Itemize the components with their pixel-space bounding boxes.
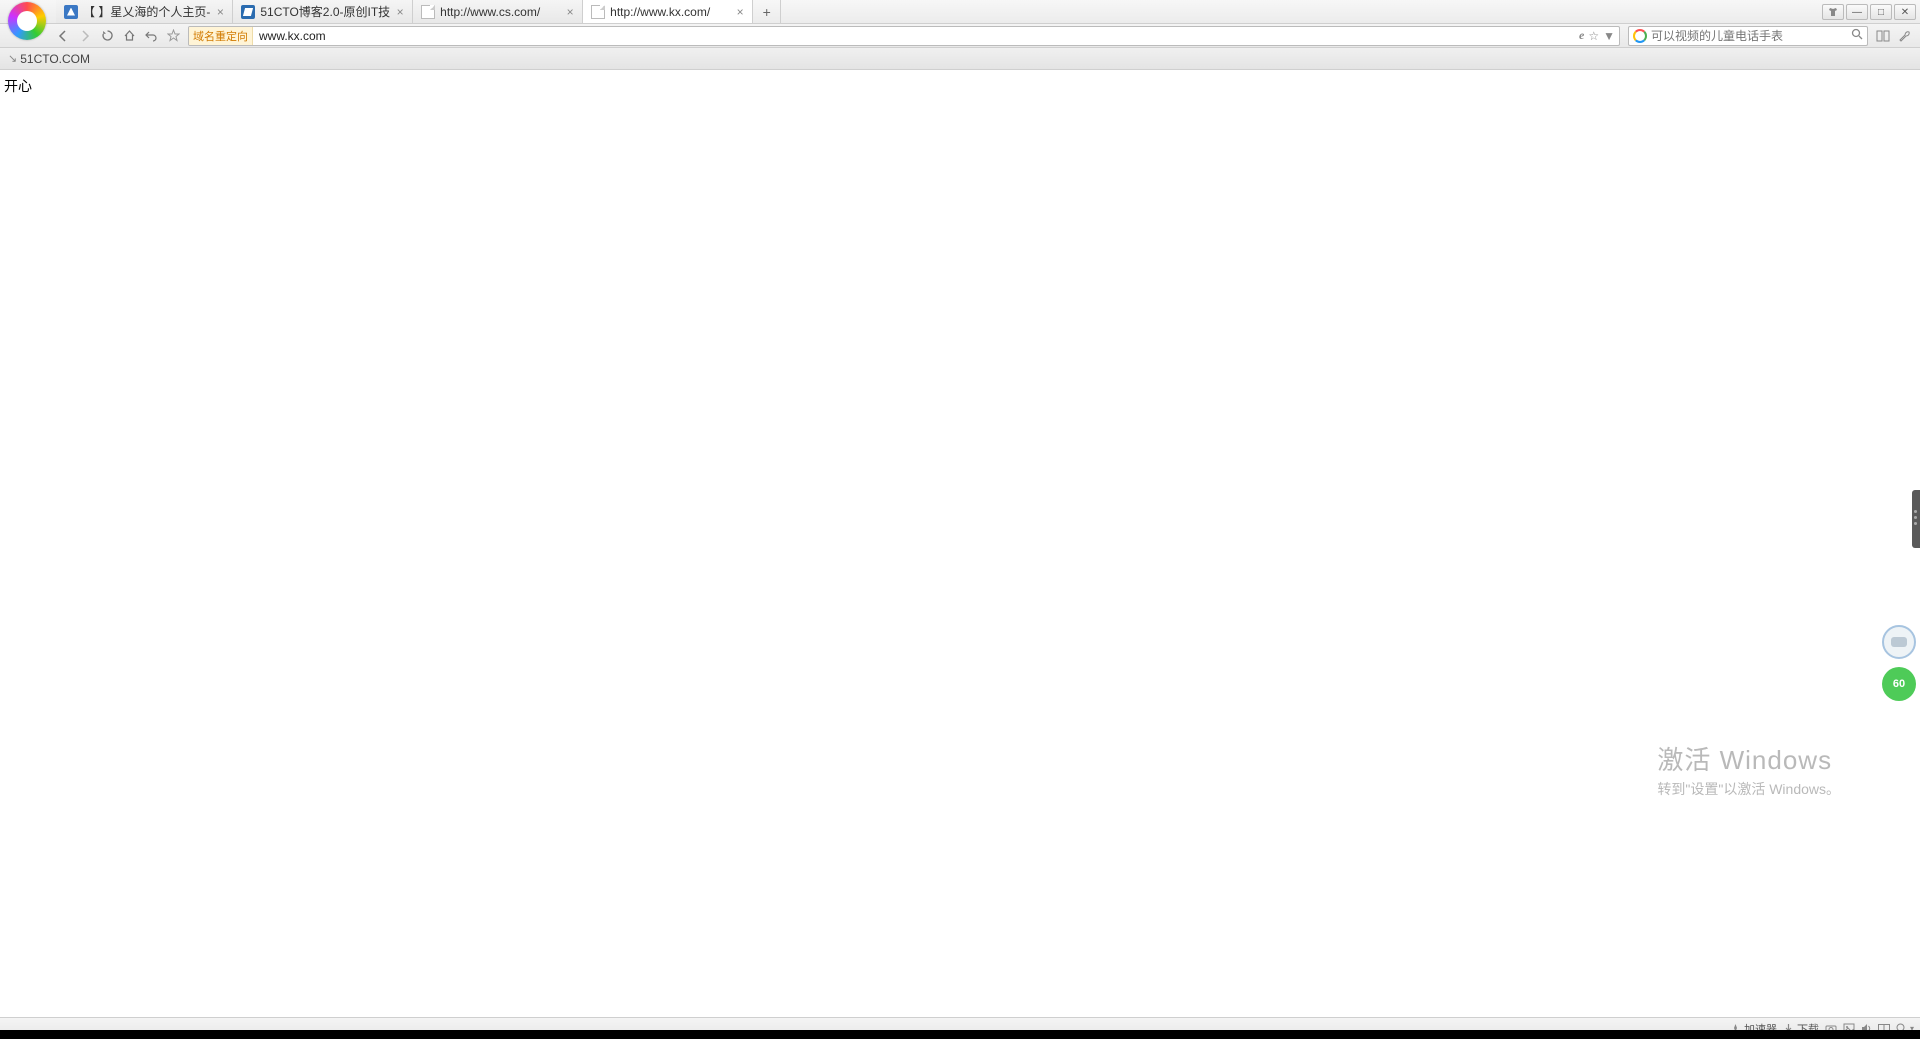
page-icon [591, 5, 605, 19]
close-window-button[interactable]: ✕ [1894, 4, 1916, 20]
bookmark-label: 51CTO.COM [20, 52, 90, 66]
address-bar[interactable]: 域名重定向 e ☆ ▼ [188, 26, 1620, 46]
skin-button[interactable] [1822, 4, 1844, 20]
minimize-button[interactable]: — [1846, 4, 1868, 20]
close-icon[interactable]: × [564, 6, 576, 18]
home-button[interactable] [118, 26, 140, 46]
windows-activation-watermark: 激活 Windows 转到"设置"以激活 Windows。 [1657, 740, 1840, 799]
page-content: 开心 [0, 70, 1920, 102]
link-icon: ↘ [8, 52, 17, 65]
search-icon[interactable] [1847, 28, 1867, 43]
search-engine-icon[interactable] [1633, 29, 1647, 43]
tab-title: 【 】星乂海的个人主页- [83, 3, 210, 20]
undo-close-button[interactable] [140, 26, 162, 46]
tab-bar: 【 】星乂海的个人主页- × 51CTO博客2.0-原创IT技 × http:/… [0, 0, 1920, 24]
tools-button[interactable] [1894, 26, 1916, 46]
new-tab-button[interactable]: + [753, 0, 781, 23]
redirect-tag: 域名重定向 [189, 27, 253, 45]
tab-title: http://www.kx.com/ [610, 5, 730, 19]
tab-3-active[interactable]: http://www.kx.com/ × [583, 0, 753, 23]
close-icon[interactable]: × [734, 6, 746, 18]
bookmark-item-51cto[interactable]: ↘ 51CTO.COM [8, 52, 90, 66]
close-icon[interactable]: × [394, 6, 406, 18]
watermark-title: 激活 Windows [1657, 740, 1840, 777]
side-panel-handle[interactable] [1912, 490, 1920, 548]
page-body-text: 开心 [4, 78, 32, 94]
forward-button[interactable] [74, 26, 96, 46]
site-icon [241, 5, 255, 19]
tab-title: 51CTO博客2.0-原创IT技 [260, 3, 390, 20]
tab-0[interactable]: 【 】星乂海的个人主页- × [56, 0, 233, 23]
dropdown-icon[interactable]: ▼ [1603, 29, 1615, 43]
back-button[interactable] [52, 26, 74, 46]
url-input[interactable] [253, 29, 1575, 43]
favorites-button[interactable] [162, 26, 184, 46]
reload-button[interactable] [96, 26, 118, 46]
assistant-bubble[interactable] [1882, 625, 1916, 659]
close-icon[interactable]: × [214, 6, 226, 18]
maximize-button[interactable]: □ [1870, 4, 1892, 20]
bookmark-bar: ↘ 51CTO.COM [0, 48, 1920, 70]
score-bubble[interactable]: 60 [1882, 667, 1916, 701]
tab-2[interactable]: http://www.cs.com/ × [413, 0, 583, 23]
search-bar[interactable] [1628, 26, 1868, 46]
nav-bar: 域名重定向 e ☆ ▼ [0, 24, 1920, 48]
tab-title: http://www.cs.com/ [440, 5, 560, 19]
watermark-subtitle: 转到"设置"以激活 Windows。 [1657, 779, 1840, 799]
browser-logo[interactable] [8, 2, 46, 40]
compat-mode-icon[interactable]: e [1579, 28, 1584, 43]
bookmark-star-icon[interactable]: ☆ [1588, 29, 1599, 43]
home-icon [64, 5, 78, 19]
score-value: 60 [1893, 678, 1905, 690]
window-controls: — □ ✕ [1818, 0, 1920, 24]
page-icon [421, 5, 435, 19]
windows-taskbar[interactable] [0, 1030, 1920, 1039]
split-screen-button[interactable] [1872, 26, 1894, 46]
tab-1[interactable]: 51CTO博客2.0-原创IT技 × [233, 0, 413, 23]
search-input[interactable] [1651, 29, 1847, 43]
